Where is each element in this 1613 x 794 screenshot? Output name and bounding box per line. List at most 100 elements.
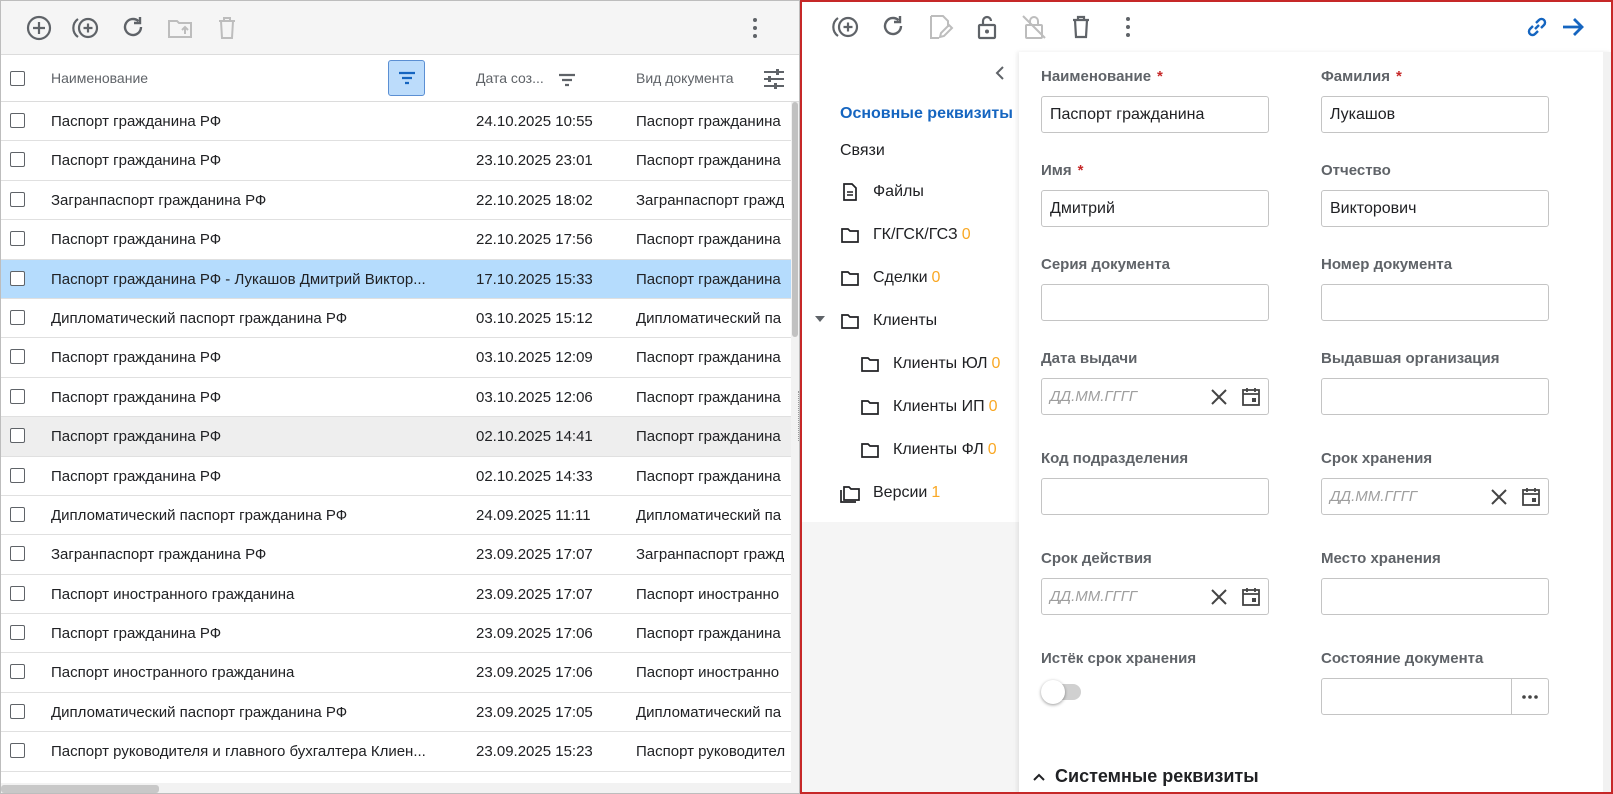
add-button[interactable]: [15, 8, 62, 48]
table-row[interactable]: Паспорт гражданина РФ 02.10.2025 14:33 Пас…: [1, 457, 791, 496]
row-checkbox[interactable]: [10, 703, 25, 719]
edit-button[interactable]: [916, 7, 963, 47]
more-button[interactable]: [1104, 7, 1151, 47]
clear-icon[interactable]: [1488, 486, 1510, 512]
lock-button[interactable]: [963, 7, 1010, 47]
storage-period-input[interactable]: ДД.ММ.ГГГГ: [1321, 478, 1549, 515]
clear-icon[interactable]: [1208, 386, 1230, 412]
row-checkbox[interactable]: [10, 309, 25, 325]
calendar-icon[interactable]: [1240, 586, 1262, 612]
row-checkbox[interactable]: [10, 388, 25, 404]
select-all-checkbox[interactable]: [10, 71, 25, 86]
nav-item-links[interactable]: Связи: [802, 132, 1019, 170]
nav-item-main-attributes[interactable]: Основные реквизиты: [802, 96, 1019, 132]
middlename-input[interactable]: Викторович: [1321, 190, 1549, 227]
unlock-button[interactable]: [1010, 7, 1057, 47]
table-row[interactable]: Паспорт гражданина РФ 23.10.2025 23:01 Пас…: [1, 141, 791, 181]
row-checkbox[interactable]: [10, 743, 25, 759]
list-vertical-scrollbar[interactable]: [791, 102, 799, 793]
nav-item-deals[interactable]: Сделки 0: [802, 256, 1019, 299]
select-state-button[interactable]: [1511, 679, 1548, 714]
number-input[interactable]: [1321, 284, 1549, 321]
column-header-name[interactable]: Наименование: [51, 70, 148, 86]
row-checkbox[interactable]: [10, 506, 25, 522]
add-copy-button[interactable]: [822, 7, 869, 47]
table-row[interactable]: Загранпаспорт гражданина РФ 22.10.2025 18…: [1, 181, 791, 221]
date-filter-button[interactable]: [556, 69, 578, 94]
table-row[interactable]: Паспорт гражданина РФ 03.10.2025 12:09 Пас…: [1, 338, 791, 378]
nav-item-versions[interactable]: Версии 1: [802, 471, 1019, 514]
delete-button[interactable]: [203, 8, 250, 48]
lock-off-icon: [1021, 15, 1046, 39]
dept-code-input[interactable]: [1041, 478, 1269, 515]
cell-name: Паспорт гражданина РФ: [51, 349, 222, 367]
table-row[interactable]: Паспорт гражданина РФ 03.10.2025 12:06 Пас…: [1, 378, 791, 418]
table-row[interactable]: Дипломатический паспорт гражданина РФ 23.…: [1, 693, 791, 733]
nav-item-clients-ip[interactable]: Клиенты ИП 0: [802, 385, 1019, 428]
refresh-button[interactable]: [109, 8, 156, 48]
refresh-icon: [123, 16, 142, 36]
row-checkbox[interactable]: [10, 664, 25, 680]
issue-date-input[interactable]: ДД.ММ.ГГГГ: [1041, 378, 1269, 415]
more-button[interactable]: [735, 8, 775, 48]
collapse-nav-button[interactable]: [991, 64, 1009, 86]
table-row[interactable]: Дипломатический паспорт гражданина РФ 24.…: [1, 496, 791, 536]
name-input[interactable]: Паспорт гражданина: [1041, 96, 1269, 133]
open-button[interactable]: [1555, 7, 1591, 47]
row-checkbox[interactable]: [10, 625, 25, 641]
row-checkbox[interactable]: [10, 585, 25, 601]
clear-icon[interactable]: [1208, 586, 1230, 612]
column-header-type[interactable]: Вид документа: [636, 70, 733, 86]
row-checkbox[interactable]: [10, 467, 25, 483]
move-to-folder-button[interactable]: [156, 8, 203, 48]
row-checkbox[interactable]: [10, 546, 25, 562]
table-row[interactable]: Паспорт гражданина РФ 22.10.2025 17:56 Пас…: [1, 220, 791, 260]
table-row[interactable]: Паспорт гражданина РФ 24.10.2025 10:55 Пас…: [1, 102, 791, 142]
row-checkbox[interactable]: [10, 349, 25, 365]
state-input[interactable]: [1321, 678, 1549, 715]
delete-button[interactable]: [1057, 7, 1104, 47]
nav-item-files[interactable]: Файлы: [802, 170, 1019, 213]
expired-toggle[interactable]: [1041, 680, 1081, 704]
caret-down-icon[interactable]: [814, 312, 826, 330]
nav-item-groups[interactable]: ГК/ГСК/ГСЗ 0: [802, 213, 1019, 256]
form-vertical-scrollbar[interactable]: [1603, 52, 1611, 792]
column-header-date[interactable]: Дата соз...: [476, 70, 544, 86]
table-row[interactable]: Паспорт иностранного гражданина 23.09.202…: [1, 653, 791, 693]
table-row[interactable]: Паспорт иностранного гражданина 23.09.202…: [1, 575, 791, 615]
table-row[interactable]: Паспорт руководителя и главного бухгалте…: [1, 732, 791, 772]
nav-item-clients-fl[interactable]: Клиенты ФЛ 0: [802, 428, 1019, 471]
row-checkbox[interactable]: [10, 113, 25, 128]
row-checkbox[interactable]: [10, 270, 25, 286]
list-horizontal-scrollbar[interactable]: [1, 783, 791, 793]
calendar-icon[interactable]: [1240, 386, 1262, 412]
validity-input[interactable]: ДД.ММ.ГГГГ: [1041, 578, 1269, 615]
lastname-input[interactable]: Лукашов: [1321, 96, 1549, 133]
series-input[interactable]: [1041, 284, 1269, 321]
nav-item-clients[interactable]: Клиенты: [802, 299, 1019, 342]
scrollbar-thumb[interactable]: [792, 102, 798, 337]
row-checkbox[interactable]: [10, 428, 25, 444]
refresh-button[interactable]: [869, 7, 916, 47]
field-validity: Срок действия ДД.ММ.ГГГГ: [1041, 550, 1269, 615]
row-checkbox[interactable]: [10, 191, 25, 207]
name-filter-button[interactable]: [388, 60, 425, 96]
firstname-input[interactable]: Дмитрий: [1041, 190, 1269, 227]
field-series: Серия документа: [1041, 256, 1269, 321]
table-row[interactable]: Дипломатический паспорт гражданина РФ 03.…: [1, 299, 791, 339]
copy-link-button[interactable]: [1519, 7, 1555, 47]
table-row-hovered[interactable]: Паспорт гражданина РФ 02.10.2025 14:41 Пас…: [1, 417, 791, 457]
add-copy-button[interactable]: [62, 8, 109, 48]
storage-place-input[interactable]: [1321, 578, 1549, 615]
row-checkbox[interactable]: [10, 231, 25, 247]
calendar-icon[interactable]: [1520, 486, 1542, 512]
system-attributes-section-header[interactable]: Системные реквизиты: [1031, 766, 1259, 787]
table-row[interactable]: Загранпаспорт гражданина РФ 23.09.2025 17…: [1, 535, 791, 575]
column-settings-button[interactable]: [761, 66, 787, 95]
table-row-selected[interactable]: Паспорт гражданина РФ - Лукашов Дмитрий …: [1, 259, 791, 299]
issuer-input[interactable]: [1321, 378, 1549, 415]
row-checkbox[interactable]: [10, 152, 25, 168]
table-row[interactable]: Паспорт гражданина РФ 23.09.2025 17:06 Пас…: [1, 614, 791, 654]
nav-item-clients-ul[interactable]: Клиенты ЮЛ 0: [802, 342, 1019, 385]
scrollbar-thumb[interactable]: [1, 785, 159, 793]
